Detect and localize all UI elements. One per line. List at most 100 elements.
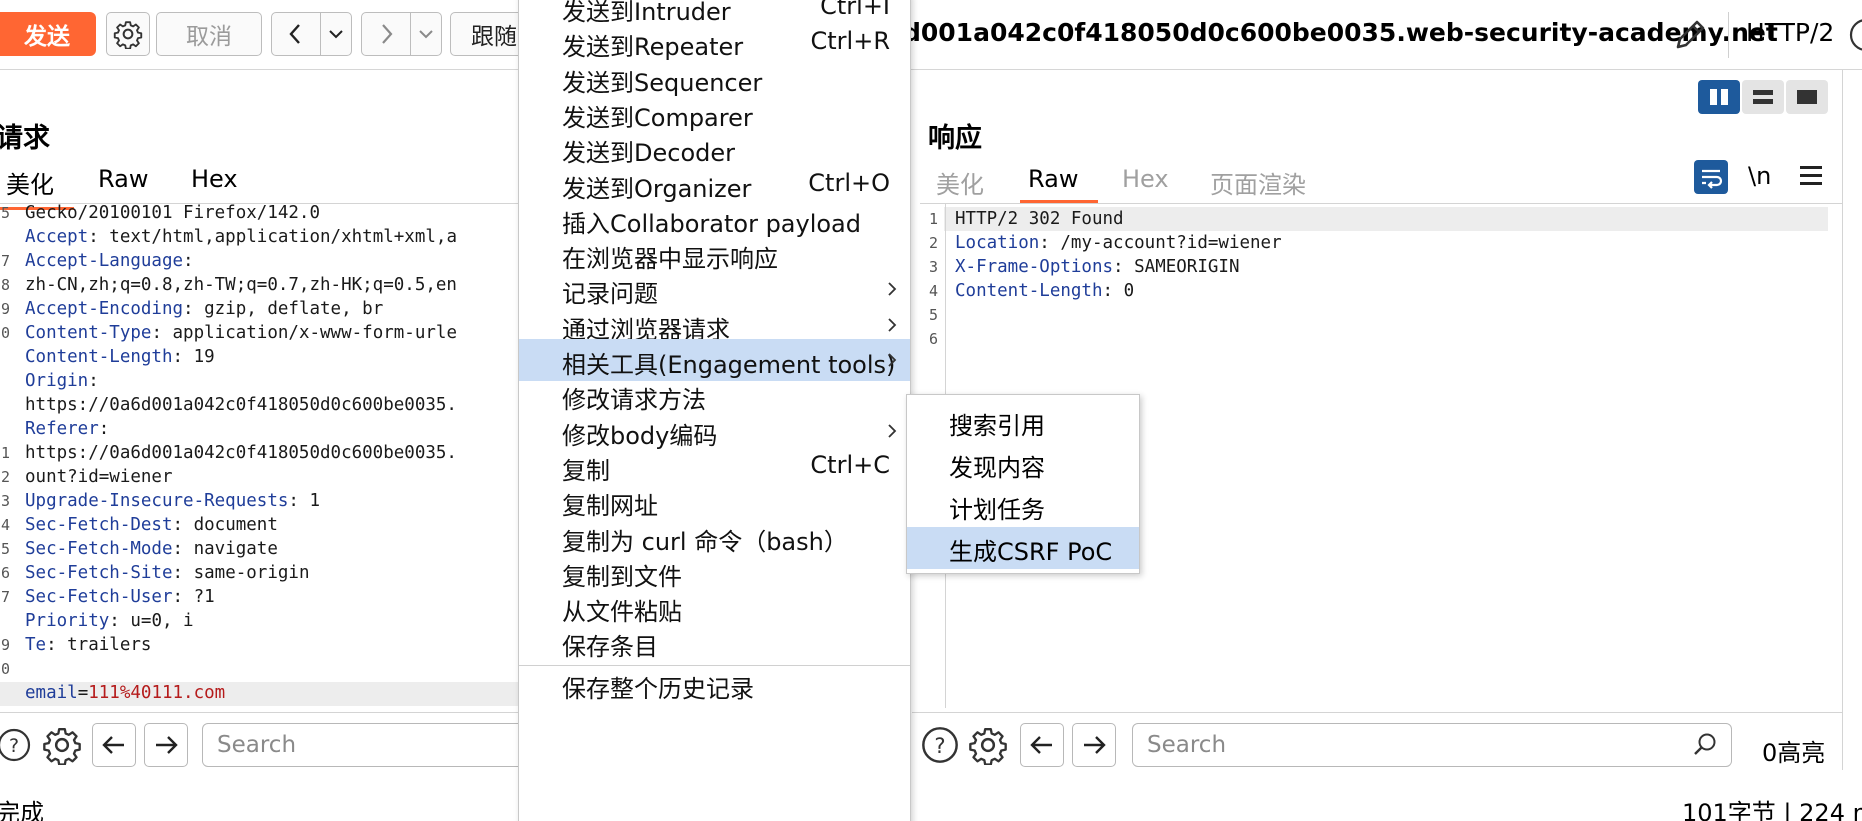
header-value: zh-CN,zh;q=0.8,zh-TW;q=0.7,zh-HK;q=0.5,e… — [25, 275, 457, 295]
menu-item-shortcut: Ctrl+O — [808, 168, 890, 197]
submenu-item-label: 搜索引用 — [949, 412, 1045, 440]
line-number: ​ — [0, 369, 10, 393]
request-line: Sec-Fetch-User: ?1 — [25, 585, 520, 609]
split-horizontal-layout-button[interactable] — [1698, 80, 1740, 114]
split-vertical-layout-button[interactable] — [1742, 80, 1784, 114]
chevron-right-icon — [888, 282, 897, 297]
submenu-item[interactable]: 发现内容 — [907, 443, 1139, 485]
request-line: Priority: u=0, i — [25, 609, 520, 633]
request-line: Content-Type: application/x-www-form-url… — [25, 321, 520, 345]
line-number: 8 — [0, 276, 10, 294]
response-line: ​ — [955, 303, 1282, 327]
menu-item[interactable]: 保存整个历史记录 — [519, 663, 910, 705]
line-number: 9 — [0, 636, 10, 654]
search-next-button[interactable] — [1072, 723, 1116, 767]
header-name: Content-Length — [955, 281, 1103, 301]
line-number: ​ — [0, 609, 10, 633]
header-name: Priority — [25, 611, 110, 631]
request-line: Upgrade-Insecure-Requests: 1 — [25, 489, 520, 513]
wrap-icon — [1702, 169, 1723, 189]
search-prev-button[interactable] — [1020, 723, 1064, 767]
header-name: Te — [25, 635, 47, 655]
request-search-placeholder: Search — [217, 732, 297, 758]
header-value: : trailers — [46, 635, 152, 655]
response-title: 响应 — [928, 123, 982, 154]
help-icon[interactable]: ? — [920, 725, 960, 765]
header-value: : 1 — [288, 491, 321, 511]
response-tab-divider — [920, 203, 1842, 204]
tab-response-hex[interactable]: Hex — [1122, 165, 1169, 193]
search-prev-button[interactable] — [92, 723, 136, 767]
history-forward-button[interactable] — [361, 12, 411, 56]
history-forward-dropdown[interactable] — [410, 12, 442, 56]
request-line: ount?id=wiener — [25, 465, 520, 489]
line-number: 5 — [0, 204, 10, 222]
header-value: https://0a6d001a042c0f418050d0c600be0035… — [25, 443, 457, 463]
submenu-item[interactable]: 搜索引用 — [907, 401, 1139, 443]
cancel-button[interactable]: 取消 — [156, 12, 262, 56]
tab-request-hex[interactable]: Hex — [191, 165, 238, 193]
header-value: https://0a6d001a042c0f418050d0c600be0035… — [25, 395, 457, 415]
chevron-down-icon — [329, 30, 343, 39]
word-wrap-button[interactable] — [1694, 160, 1728, 194]
tab-request-pretty[interactable]: 美化 — [0, 165, 74, 210]
line-number: 6 — [0, 564, 10, 582]
header-value: ount?id=wiener — [25, 467, 173, 487]
gear-icon[interactable] — [968, 725, 1008, 765]
request-editor[interactable]: Gecko/20100101 Firefox/142.0 Accept: text… — [25, 201, 520, 681]
request-line: Accept-Language: — [25, 249, 520, 273]
search-icon — [1694, 733, 1716, 755]
chevron-right-icon — [382, 24, 393, 44]
tab-response-pretty[interactable]: 美化 — [936, 165, 984, 200]
pencil-icon[interactable] — [1670, 15, 1710, 55]
help-icon[interactable]: ? — [0, 727, 32, 763]
protocol-label[interactable]: HTTP/2 — [1746, 18, 1834, 47]
request-line: Sec-Fetch-Dest: document — [25, 513, 520, 537]
help-icon[interactable] — [1848, 17, 1862, 53]
tab-response-raw[interactable]: Raw — [1019, 165, 1100, 203]
svg-text:?: ? — [9, 735, 19, 757]
chevron-right-icon — [888, 423, 897, 438]
header-value: : document — [172, 515, 278, 535]
line-number: 1 — [928, 210, 938, 228]
response-status: 101字节 | 224 m — [1682, 799, 1862, 821]
line-number: ​ — [0, 225, 10, 249]
header-value: : same-origin — [172, 563, 310, 583]
line-number: 2 — [928, 234, 938, 252]
settings-button[interactable] — [106, 12, 150, 56]
tab-response-render[interactable]: 页面渲染 — [1210, 165, 1306, 200]
right-edge-divider — [1842, 70, 1843, 770]
arrow-right-icon — [156, 736, 178, 754]
line-number: 5 — [0, 540, 10, 558]
line-number: 1 — [0, 444, 10, 462]
response-editor[interactable]: HTTP/2 302 Found Location: /my-account?id… — [955, 207, 1282, 351]
show-newlines-toggle[interactable]: \n — [1748, 162, 1771, 190]
body-param-key: email — [25, 683, 78, 703]
line-number: 4 — [928, 282, 938, 300]
highlight-count: 0高亮 — [1762, 739, 1826, 767]
hamburger-menu-icon[interactable] — [1800, 166, 1822, 186]
submenu-item-label: 生成CSRF PoC — [949, 538, 1113, 566]
request-line: Referer: — [25, 417, 520, 441]
header-value: : application/x-www-form-urle — [151, 323, 457, 343]
tabs-layout-button[interactable] — [1786, 80, 1828, 114]
history-back-dropdown[interactable] — [320, 12, 352, 56]
request-line: Origin: — [25, 369, 520, 393]
repeater-toolbar: 发送 取消 跟随 d001a042c0f418050d0c600be0035.w… — [0, 0, 1862, 70]
line-number: 7 — [0, 252, 10, 270]
gear-icon[interactable] — [42, 725, 82, 765]
search-next-button[interactable] — [144, 723, 188, 767]
tab-request-raw[interactable]: Raw — [98, 165, 148, 193]
submenu-item[interactable]: 生成CSRF PoC — [907, 527, 1139, 569]
header-value: : — [183, 251, 194, 271]
menu-item[interactable]: 保存条目 — [519, 621, 910, 663]
request-body-line[interactable]: email=111%40111.com — [25, 681, 225, 705]
submenu-item[interactable]: 计划任务 — [907, 485, 1139, 527]
arrow-left-icon — [1030, 736, 1052, 754]
header-name: Upgrade-Insecure-Requests — [25, 491, 289, 511]
request-search-input[interactable]: Search — [202, 723, 532, 767]
send-button[interactable]: 发送 — [0, 12, 96, 56]
history-back-button[interactable] — [271, 12, 321, 56]
response-search-input[interactable]: Search — [1132, 723, 1732, 767]
response-line: X-Frame-Options: SAMEORIGIN — [955, 255, 1282, 279]
